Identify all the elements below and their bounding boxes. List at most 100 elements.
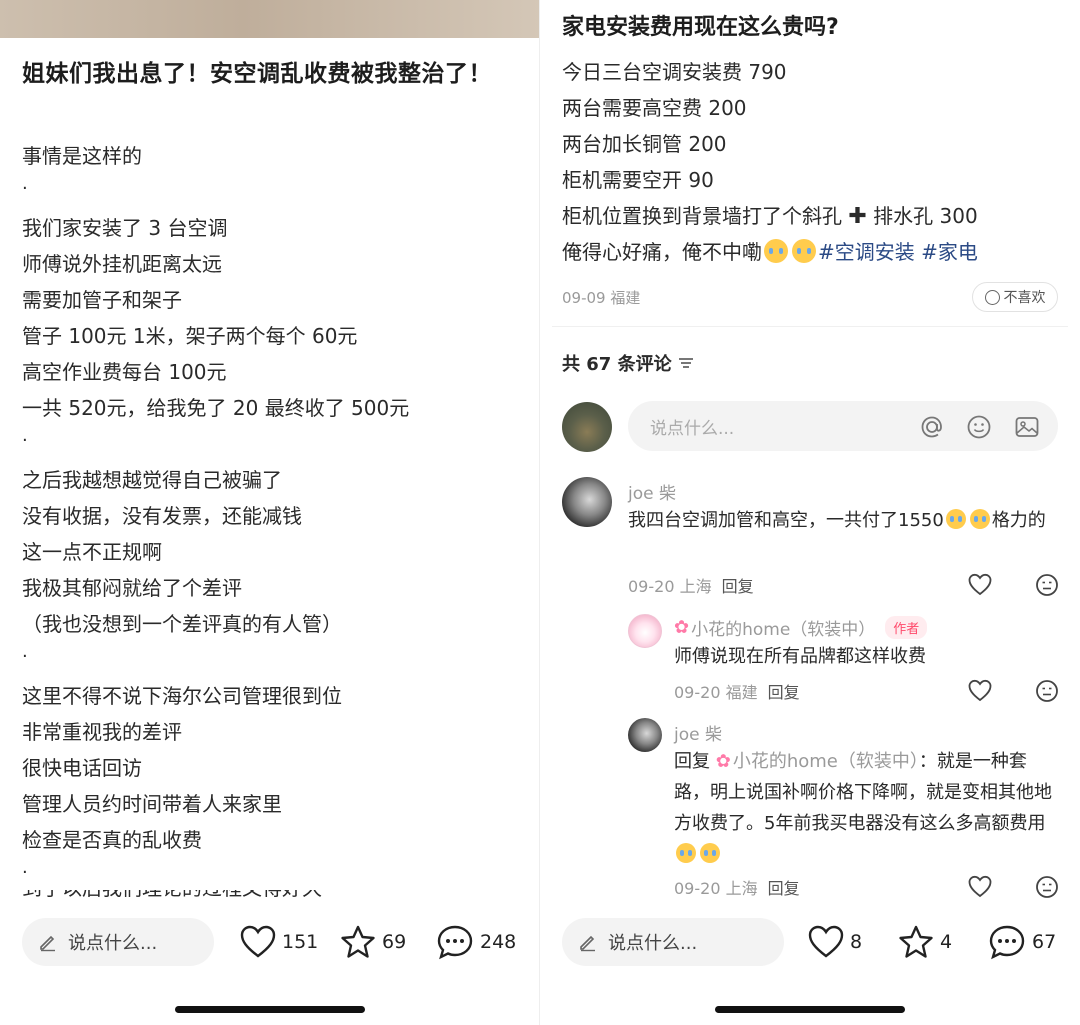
flower-emoji-icon: ✿ xyxy=(715,751,731,772)
pen-icon xyxy=(40,935,55,952)
star-icon xyxy=(341,925,375,958)
right-post-screenshot: 家电安装费用现在这么贵吗? 今日三台空调安装费 790 两台需要高空费 200 … xyxy=(540,0,1080,1025)
body-line: 非常重视我的差评 xyxy=(22,720,182,744)
comment-input-pill[interactable]: 说点什么... xyxy=(22,918,214,966)
commenter-name[interactable]: joe 柴 xyxy=(628,479,676,504)
favorite-button[interactable]: 4 xyxy=(898,922,952,962)
comment-text: 我四台空调加管和高空，一共付了1550 格力的 xyxy=(628,505,1048,536)
heart-icon xyxy=(240,925,276,958)
body-line: 柜机位置换到背景墙打了个斜孔 ✚ 排水孔 300 xyxy=(562,198,1062,234)
comment-text-part: 我四台空调加管和高空，一共付了1550 xyxy=(628,510,944,531)
body-line: · xyxy=(22,430,28,451)
body-line: 两台需要高空费 200 xyxy=(562,96,747,120)
crying-face-emoji-icon xyxy=(945,509,966,529)
comment-text-part: 格力的 xyxy=(991,510,1046,531)
body-line-cut: 到了以后我们理论的过程又得好久 xyxy=(22,890,502,902)
comment-button[interactable]: 248 xyxy=(436,922,516,962)
body-line: 很快电话回访 xyxy=(22,756,142,780)
post-date-location: 09-09 福建 xyxy=(562,289,641,307)
author-name[interactable]: ✿ 小花的home（软装中） 作者 xyxy=(674,615,928,640)
body-line: · xyxy=(22,178,28,199)
sort-icon[interactable] xyxy=(678,356,694,370)
body-line: 这里不得不说下海尔公司管理很到位 xyxy=(22,684,342,708)
author-avatar[interactable] xyxy=(628,614,662,648)
comment-input[interactable]: 说点什么... xyxy=(628,401,1058,451)
crying-face-emoji-icon xyxy=(700,843,720,863)
like-count: 151 xyxy=(282,931,319,953)
bottom-action-bar: 说点什么... 151 69 248 xyxy=(0,904,540,1025)
body-line: 这一点不正规啊 xyxy=(22,540,162,564)
favorite-button[interactable]: 69 xyxy=(340,922,406,962)
frown-face-icon[interactable] xyxy=(1035,875,1059,899)
heart-icon[interactable] xyxy=(968,679,992,703)
body-line-cut-text: 到了以后我们理论的过程又得好久 xyxy=(22,890,502,902)
body-line-part: 柜机位置换到背景墙打了个斜孔 xyxy=(562,204,842,228)
reply-button[interactable]: 回复 xyxy=(768,683,800,702)
body-line: 我们家安装了 3 台空调 xyxy=(22,216,228,240)
like-count: 8 xyxy=(850,931,863,953)
comment-count-label: 共 67 条评论 xyxy=(562,354,672,375)
comment-meta: 09-20 上海 回复 xyxy=(628,573,754,597)
commenter-name[interactable]: joe 柴 xyxy=(674,720,722,745)
comment-bubble-icon xyxy=(989,925,1025,960)
comment-text: 回复 ✿ 小花的home（软装中）：就是一种套路，明上说国补啊价格下降啊，就是变相… xyxy=(674,746,1054,870)
commenter-avatar[interactable] xyxy=(562,477,612,527)
body-line: · xyxy=(22,646,28,667)
home-indicator xyxy=(715,1006,905,1013)
heart-icon[interactable] xyxy=(968,573,992,597)
comment-text: 师傅说现在所有品牌都这样收费 xyxy=(674,646,926,667)
reply-prefix: 回复 xyxy=(674,751,710,772)
reply-button[interactable]: 回复 xyxy=(768,879,800,898)
reply-button[interactable]: 回复 xyxy=(722,577,754,596)
commenter-avatar[interactable] xyxy=(628,718,662,752)
crying-face-emoji-icon xyxy=(792,239,816,263)
left-post-screenshot: 姐妹们我出息了！安空调乱收费被我整治了！ 事情是这样的 · 我们家安装了 3 台… xyxy=(0,0,540,1025)
like-button[interactable]: 151 xyxy=(240,922,318,962)
body-line: 师傅说外挂机距离太远 xyxy=(22,252,222,276)
heart-icon[interactable] xyxy=(968,875,992,899)
body-line: 没有收据，没有发票，还能减钱 xyxy=(22,504,302,528)
body-line: 管理人员约时间带着人来家里 xyxy=(22,792,282,816)
post-title: 姐妹们我出息了！安空调乱收费被我整治了！ xyxy=(22,61,492,87)
comment-count-header: 共 67 条评论 xyxy=(562,350,694,376)
comment-meta: 09-20 上海 回复 xyxy=(674,875,800,899)
hashtag-link[interactable]: #空调安装 xyxy=(818,240,915,264)
comment-count: 248 xyxy=(480,931,517,953)
dislike-button[interactable]: 不喜欢 xyxy=(972,282,1058,312)
reply-to-name[interactable]: 小花的home（软装中） xyxy=(733,751,919,772)
comment-date-location: 09-20 上海 xyxy=(628,577,712,596)
comment-placeholder: 说点什么... xyxy=(68,933,158,954)
home-indicator xyxy=(175,1006,365,1013)
image-icon[interactable] xyxy=(1013,413,1041,441)
section-divider xyxy=(552,326,1068,327)
body-line: 需要加管子和架子 xyxy=(22,288,182,312)
body-line: · xyxy=(22,862,28,883)
body-line: 两台加长铜管 200 xyxy=(562,132,727,156)
body-line: 之后我越想越觉得自己被骗了 xyxy=(22,468,282,492)
body-line: （我也没想到一个差评真的有人管） xyxy=(22,612,342,636)
current-user-avatar xyxy=(562,402,612,452)
at-mention-icon[interactable] xyxy=(918,413,946,441)
frown-face-icon[interactable] xyxy=(1035,573,1059,597)
comment-input-pill[interactable]: 说点什么... xyxy=(562,918,784,966)
body-line: 俺得心好痛，俺不中嘞 #空调安装 #家电 xyxy=(562,234,1062,270)
body-line: 高空作业费每台 100元 xyxy=(22,360,227,384)
favorite-count: 69 xyxy=(382,931,407,953)
comment-placeholder: 说点什么... xyxy=(608,933,698,954)
body-line: 检查是否真的乱收费 xyxy=(22,828,202,852)
flower-emoji-icon: ✿ xyxy=(674,617,690,638)
bottom-action-bar: 说点什么... 8 4 67 xyxy=(540,904,1080,1025)
emoji-icon[interactable] xyxy=(965,413,993,441)
comment-placeholder: 说点什么... xyxy=(650,418,735,439)
author-name-text: 小花的home（软装中） xyxy=(691,620,876,640)
hashtag-link[interactable]: #家电 xyxy=(921,240,978,264)
like-button[interactable]: 8 xyxy=(808,922,862,962)
dislike-label: 不喜欢 xyxy=(1003,290,1046,306)
comment-count: 67 xyxy=(1032,931,1057,953)
body-line: 管子 100元 1米，架子两个每个 60元 xyxy=(22,324,358,348)
comment-date-location: 09-20 福建 xyxy=(674,683,758,702)
crying-face-emoji-icon xyxy=(676,843,696,863)
frown-face-icon[interactable] xyxy=(1035,679,1059,703)
body-line: 事情是这样的 xyxy=(22,144,142,168)
comment-button[interactable]: 67 xyxy=(988,922,1056,962)
